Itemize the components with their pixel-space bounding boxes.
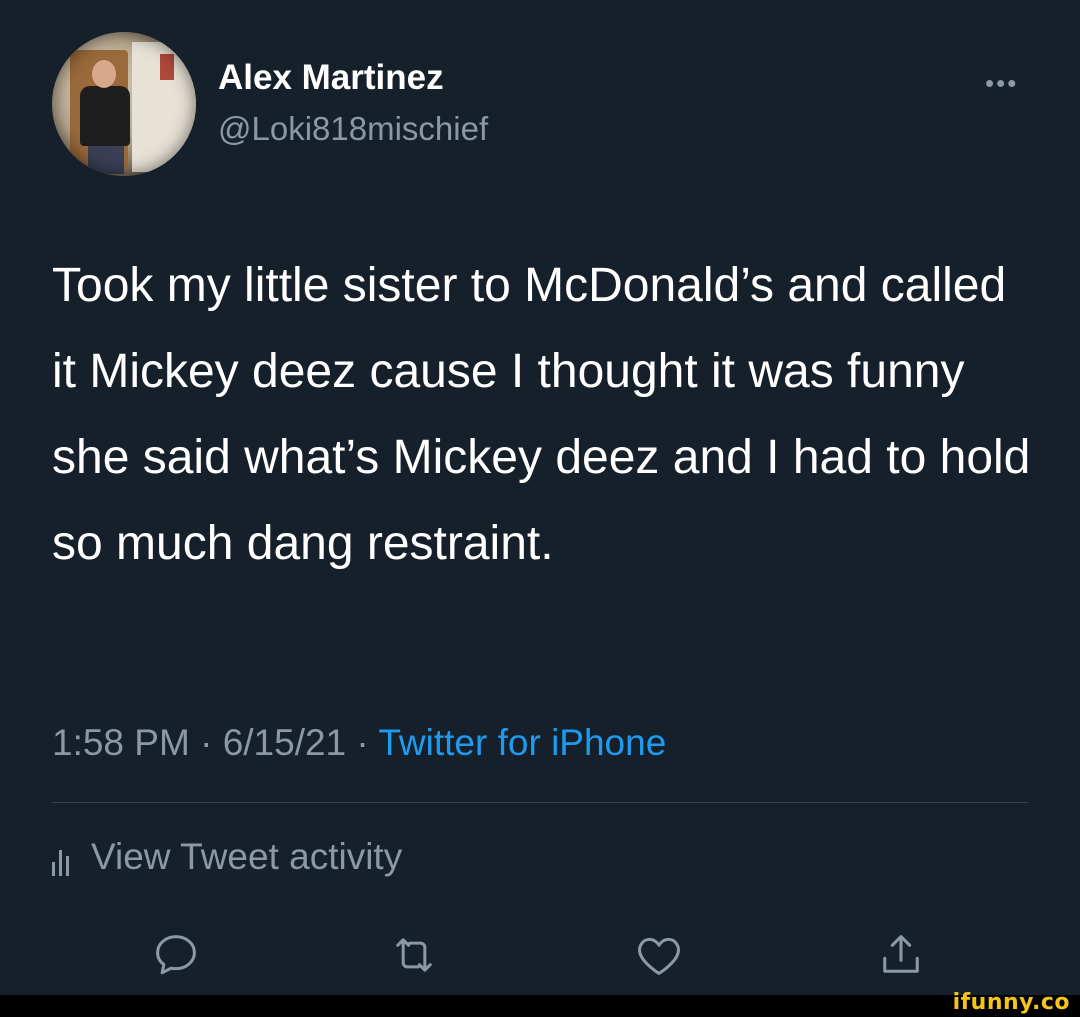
more-options-icon[interactable]: ••• [985, 68, 1018, 99]
reply-icon [156, 935, 196, 975]
ifunny-watermark: ifunny.co [952, 990, 1070, 1015]
like-button[interactable] [631, 930, 687, 980]
meta-separator: · [200, 722, 213, 763]
watermark-bar: ifunny.co [0, 990, 1080, 1017]
author-name[interactable]: Alex Martinez [218, 58, 444, 98]
tweet-card: Alex Martinez @Loki818mischief ••• Took … [0, 0, 1080, 995]
share-button[interactable] [873, 930, 929, 980]
share-icon [883, 935, 919, 973]
tweet-text: Took my little sister to McDonald’s and … [52, 259, 1031, 570]
retweet-icon [396, 938, 432, 972]
like-icon [638, 937, 680, 975]
divider [52, 802, 1028, 803]
meta-separator: · [356, 722, 369, 763]
tweet-date[interactable]: 6/15/21 [223, 722, 346, 763]
analytics-icon [52, 846, 69, 876]
tweet-meta: 1:58 PM · 6/15/21 · Twitter for iPhone [52, 722, 666, 764]
view-tweet-activity-link[interactable]: View Tweet activity [52, 836, 402, 878]
action-bar [0, 930, 1080, 980]
tweet-source-link[interactable]: Twitter for iPhone [378, 722, 666, 763]
avatar[interactable] [52, 32, 196, 176]
tweet-time[interactable]: 1:58 PM [52, 722, 190, 763]
activity-label: View Tweet activity [91, 836, 403, 877]
retweet-button[interactable] [386, 930, 442, 980]
reply-button[interactable] [148, 930, 204, 980]
author-handle[interactable]: @Loki818mischief [218, 110, 488, 148]
